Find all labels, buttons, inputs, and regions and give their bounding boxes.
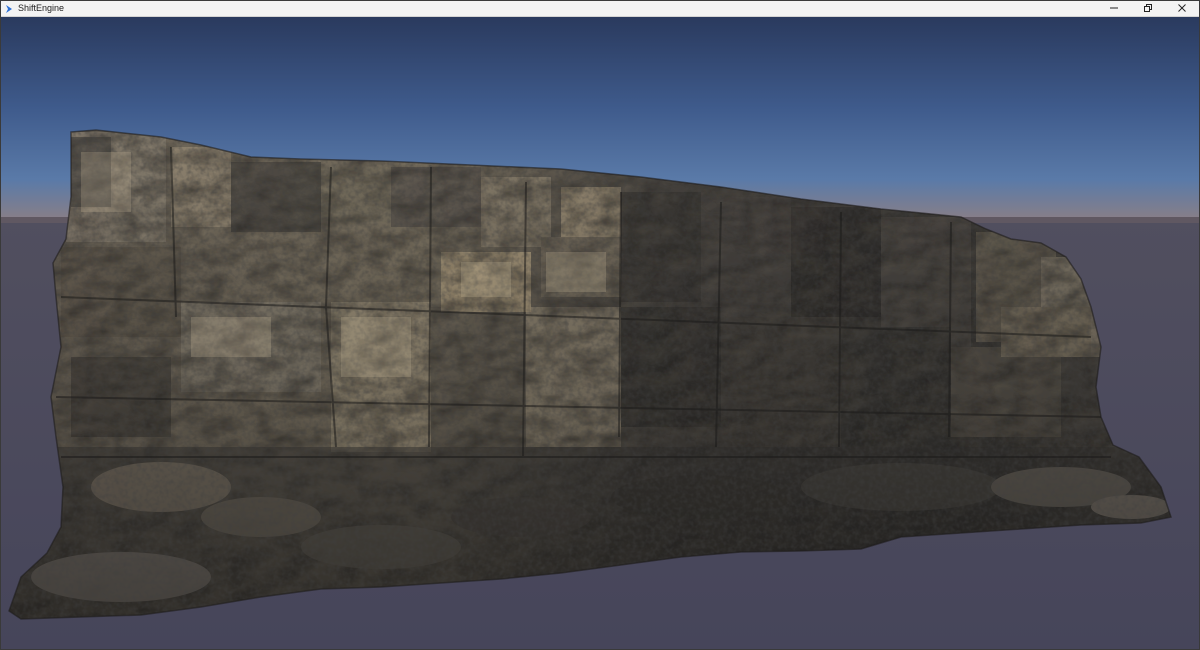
close-icon [1177,3,1187,15]
3d-viewport[interactable] [1,17,1199,649]
minimize-button[interactable] [1097,1,1131,16]
window-controls [1097,1,1199,16]
restore-icon [1143,3,1153,15]
scene-render [1,17,1199,649]
title-bar[interactable]: ShiftEngine [1,1,1199,17]
window-title: ShiftEngine [18,3,65,13]
app-window: ShiftEngine [0,0,1200,650]
restore-button[interactable] [1131,1,1165,16]
app-logo-icon [4,4,14,14]
close-button[interactable] [1165,1,1199,16]
minimize-icon [1109,3,1119,15]
